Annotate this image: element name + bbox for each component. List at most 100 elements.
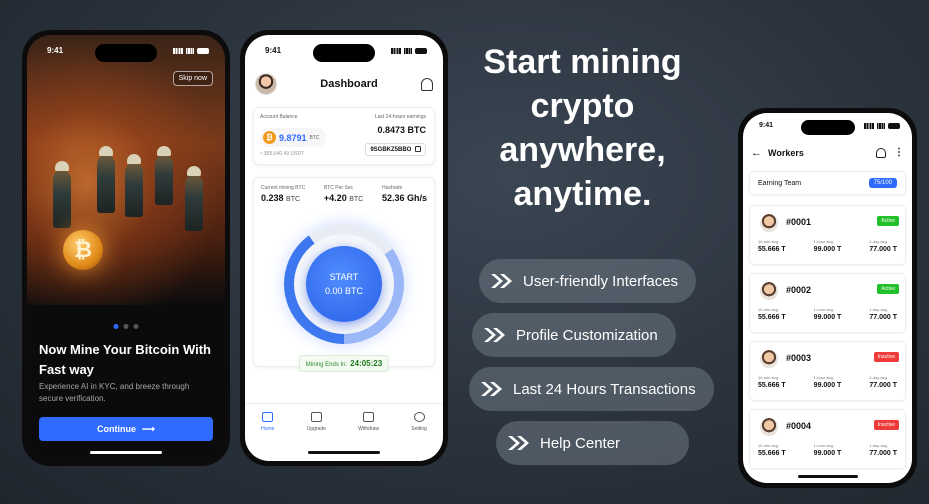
worker-stat: 10-min avg. 55.666 T — [758, 375, 786, 389]
worker-card[interactable]: #0003 Inactive 10-min avg. 55.666 T 1-hour a… — [749, 341, 906, 401]
continue-label: Continue — [97, 424, 137, 434]
feature-pill: Last 24 Hours Transactions — [469, 367, 714, 411]
worker-stat: 10-min avg. 55.666 T — [758, 307, 786, 321]
nav-withdraw[interactable]: Withdraw — [358, 412, 379, 443]
page-indicator — [113, 324, 139, 329]
worker-stat: 1-hour avg. 99.000 T — [813, 307, 842, 321]
bitcoin-icon: ₿ — [63, 230, 103, 270]
gear-icon — [413, 412, 425, 422]
stat-hashrate: Hashrate 52.36 Gh/s — [381, 185, 427, 203]
wifi-icon — [404, 47, 412, 54]
worker-stat: 10-min avg. 55.666 T — [758, 239, 786, 253]
onboarding-screen: 9:41 ₿ Skip now Now Mine Your Bitcoin Wi… — [27, 35, 225, 461]
worker-stats: 10-min avg. 55.666 T 1-hour avg. 99.000 T 1-… — [758, 239, 897, 253]
worker-stat: 1-day avg. 77.000 T — [869, 239, 897, 253]
page-title: Dashboard — [320, 78, 378, 90]
battery-icon — [415, 47, 427, 54]
headline: Start mining crypto anywhere, anytime. — [483, 43, 682, 213]
nav-upgrade[interactable]: Upgrade — [307, 412, 326, 443]
countdown: 24:05:23 — [350, 359, 383, 368]
status-bar: 9:41 — [759, 122, 900, 129]
skip-button[interactable]: Skip now — [172, 71, 213, 86]
workers-screen: 9:41 ← Workers ⋮ Earning Team 75/100 #000… — [743, 113, 912, 483]
worker-card[interactable]: #0002 Active 10-min avg. 55.666 T 1-hour avg… — [749, 273, 906, 333]
onboarding-phone: 9:41 ₿ Skip now Now Mine Your Bitcoin Wi… — [22, 30, 230, 466]
more-vertical-icon[interactable]: ⋮ — [894, 148, 904, 158]
dashboard-header: Dashboard — [255, 71, 433, 97]
wifi-icon — [186, 47, 194, 54]
worker-id: #0004 — [786, 421, 812, 431]
dashboard-phone: 9:41 Dashboard Account Balance ₿ 9.8791 … — [240, 30, 448, 466]
earning-team-label: Earning Team — [758, 179, 802, 187]
earnings-label: Last 24-hours earnings — [374, 114, 426, 120]
worker-stat: 1-hour avg. 99.000 T — [813, 375, 842, 389]
start-mining-button[interactable]: START 0.00 BTC — [306, 246, 382, 322]
feature-pill: Help Center — [496, 421, 689, 465]
feature-label: User-friendly Interfaces — [523, 272, 679, 290]
stat-btc-per-sec: BTC Per Sec +4.20 BTC — [323, 185, 364, 203]
worker-card[interactable]: #0001 Active 10-min avg. 55.666 T 1-hour avg… — [749, 205, 906, 265]
earning-team-row: Earning Team 75/100 — [749, 171, 906, 195]
mining-stats: Current mining BTC 0.238 BTC BTC Per Sec +… — [254, 178, 434, 203]
worker-card[interactable]: #0004 Inactive 10-min avg. 55.666 T 1-hour a… — [749, 409, 906, 469]
add-user-icon[interactable] — [876, 148, 886, 158]
home-indicator — [308, 451, 380, 454]
worker-id: #0003 — [786, 353, 812, 363]
miner-figure — [185, 166, 203, 231]
avatar — [760, 214, 778, 232]
miner-figure — [53, 161, 71, 228]
home-icon — [262, 412, 274, 422]
worker-id: #0002 — [786, 285, 812, 295]
address-text: 9SGBKZ5BBO — [370, 147, 412, 153]
worker-stats: 10-min avg. 55.666 T 1-hour avg. 99.000 T 1-… — [758, 307, 897, 321]
avatar[interactable] — [255, 73, 277, 95]
wifi-icon — [877, 122, 885, 129]
start-value: 0.00 BTC — [324, 286, 364, 296]
home-indicator — [797, 475, 858, 478]
worker-stat: 1-hour avg. 99.000 T — [813, 443, 842, 457]
status-badge: Active — [877, 216, 899, 226]
page-dot — [113, 324, 119, 329]
worker-stat: 1-day avg. 77.000 T — [869, 307, 897, 321]
balance-pill: ₿ 9.8791 BTC — [260, 128, 326, 147]
mining-ends-badge: Mining Ends In: 24:05:23 — [298, 355, 390, 372]
bottom-nav: Home Upgrade Withdraw Setting — [245, 403, 443, 443]
onboarding-title: Now Mine Your Bitcoin With Fast way — [39, 342, 212, 377]
balance-card: Account Balance ₿ 9.8791 BTC ≈ $88,640.4… — [253, 107, 435, 165]
home-indicator — [90, 451, 162, 454]
worker-stat: 1-hour avg. 99.000 T — [813, 239, 842, 253]
back-arrow-icon[interactable]: ← — [751, 147, 762, 159]
copy-icon[interactable] — [415, 146, 421, 152]
avatar — [760, 418, 778, 436]
continue-button[interactable]: Continue ⟶ — [39, 417, 213, 441]
double-chevron-icon — [506, 429, 534, 457]
worker-id: #0001 — [786, 217, 812, 227]
page-title: Workers — [768, 148, 804, 158]
double-chevron-icon — [479, 375, 507, 403]
arrow-right-icon: ⟶ — [142, 423, 155, 434]
avatar — [760, 282, 778, 300]
battery-icon — [197, 47, 209, 54]
status-time: 9:41 — [47, 46, 64, 55]
signal-icon — [864, 122, 874, 129]
worker-stats: 10-min avg. 55.666 T 1-hour avg. 99.000 T 1-… — [758, 375, 897, 389]
feature-pill: Profile Customization — [472, 313, 676, 357]
avatar — [760, 350, 778, 368]
nav-setting[interactable]: Setting — [411, 412, 427, 443]
double-chevron-icon — [482, 321, 510, 349]
balance-value: 9.8791 — [279, 132, 307, 143]
mining-card: Current mining BTC 0.238 BTC BTC Per Sec +… — [253, 177, 435, 367]
worker-stats: 10-min avg. 55.666 T 1-hour avg. 99.000 T 1-… — [758, 443, 897, 457]
bell-icon[interactable] — [421, 77, 433, 91]
workers-phone: 9:41 ← Workers ⋮ Earning Team 75/100 #000… — [738, 108, 917, 488]
onboarding-subtitle: Experience AI in KYC, and breeze through… — [39, 382, 190, 403]
account-balance-label: Account Balance — [260, 114, 298, 120]
miner-figure — [155, 146, 173, 205]
nav-home[interactable]: Home — [261, 412, 274, 443]
worker-stat: 1-day avg. 77.000 T — [869, 375, 897, 389]
wallet-address[interactable]: 9SGBKZ5BBO — [365, 143, 426, 156]
status-time: 9:41 — [759, 122, 774, 129]
feature-label: Last 24 Hours Transactions — [513, 380, 696, 398]
double-chevron-icon — [489, 267, 517, 295]
balance-unit: BTC — [309, 134, 320, 141]
